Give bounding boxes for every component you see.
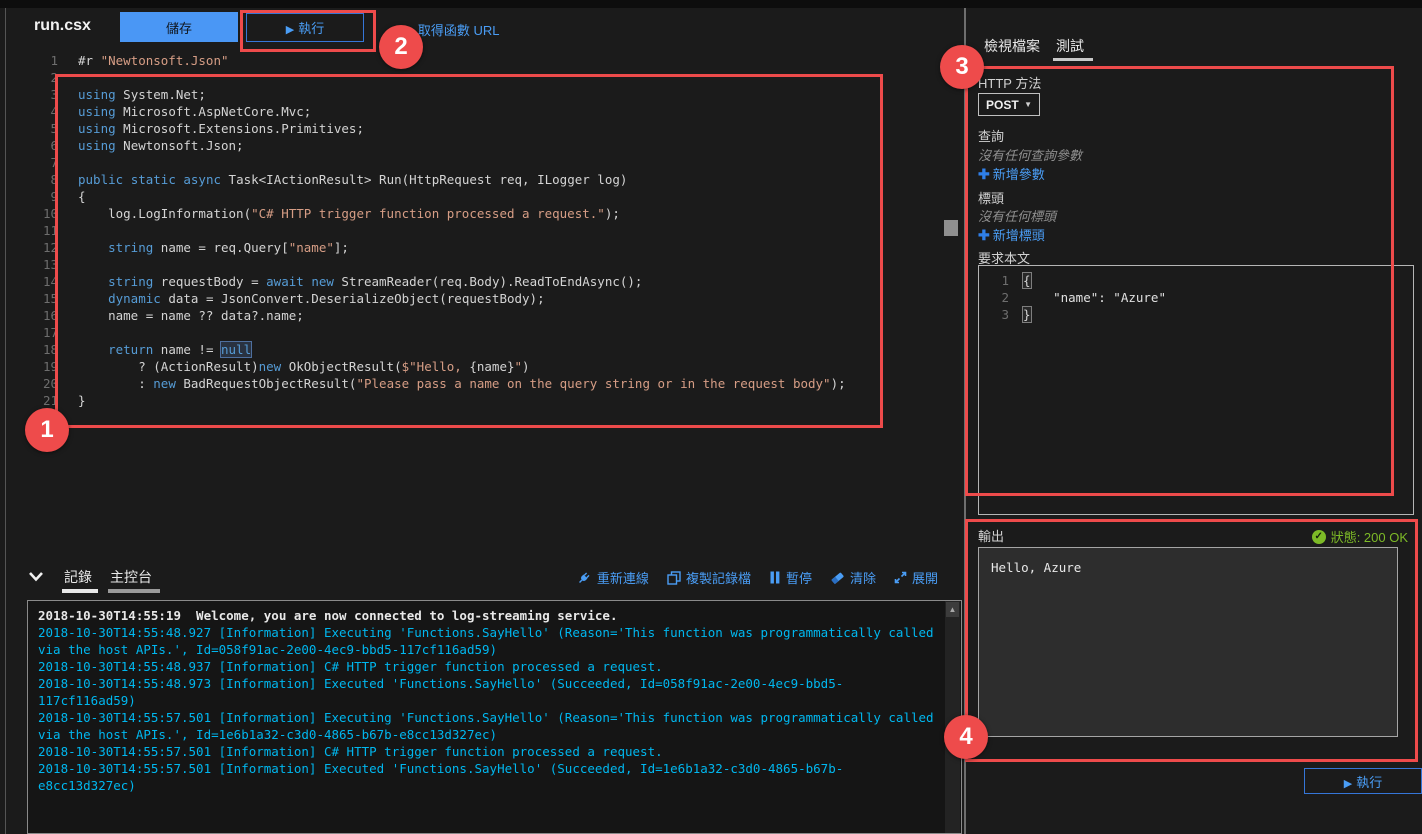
tab-logs-underline (62, 589, 98, 593)
play-icon: ▶ (285, 24, 295, 36)
file-title: run.csx (34, 17, 91, 34)
editor-scrollbar-thumb[interactable] (944, 220, 958, 236)
play-icon: ▶ (1343, 777, 1353, 790)
code-line: 17 (42, 325, 58, 340)
code-line: 10 log.LogInformation("C# HTTP trigger f… (42, 206, 620, 221)
headers-empty-text: 沒有任何標頭 (978, 209, 1057, 224)
code-editor[interactable]: 1 #r "Newtonsoft.Json" 2 3 using System.Net… (6, 52, 944, 552)
code-line: 2 "name": "Azure" (1001, 290, 1166, 305)
get-url-label: 取得函數 URL (417, 23, 500, 38)
annotation-circle-3: 3 (940, 45, 984, 89)
code-line: 2 (50, 70, 58, 85)
reconnect-button[interactable]: 重新連線 (577, 568, 649, 587)
code-line: 5 using Microsoft.Extensions.Primitives; (50, 121, 364, 136)
run-button-label: 執行 (298, 21, 325, 36)
code-line: 8 public static async Task<IActionResult>… (50, 172, 628, 187)
pause-label: 暫停 (785, 571, 812, 586)
panel-divider (964, 8, 966, 834)
output-label: 輸出 (978, 529, 1005, 544)
log-line: 2018-10-30T14:55:48.973 [Information] Ex… (38, 676, 844, 708)
copy-logs-button[interactable]: 複製記錄檔 (667, 568, 751, 587)
status-badge: ✓ 狀態: 200 OK (1311, 527, 1408, 546)
code-line: 14 string requestBody = await new Stream… (42, 274, 643, 289)
code-line: 19 ? (ActionResult)new OkObjectResult($"… (42, 359, 530, 374)
code-line: 18 return name != null (42, 341, 253, 358)
eraser-icon (830, 571, 845, 585)
pause-icon (769, 571, 781, 584)
chevron-down-icon (28, 571, 48, 582)
query-label: 查詢 (978, 129, 1005, 144)
clear-button[interactable]: 清除 (830, 568, 876, 587)
chevron-down-icon: ▼ (1024, 100, 1032, 109)
code-line: 7 (50, 155, 58, 170)
http-method-value: POST (986, 97, 1019, 112)
log-line: 2018-10-30T14:55:19 Welcome, you are now… (38, 608, 618, 623)
log-line: 2018-10-30T14:55:48.937 [Information] C#… (38, 659, 663, 674)
tab-test-underline (1053, 58, 1093, 61)
run-button[interactable]: ▶ 執行 (246, 13, 364, 42)
copy-logs-label: 複製記錄檔 (685, 571, 751, 586)
code-line: 21} (42, 393, 86, 408)
code-line: 6 using Newtonsoft.Json; (50, 138, 244, 153)
check-icon: ✓ (1311, 529, 1326, 544)
tab-console-underline (108, 589, 160, 593)
log-line: 2018-10-30T14:55:57.501 [Information] Ex… (38, 710, 942, 742)
http-method-select[interactable]: POST ▼ (978, 93, 1040, 116)
expand-button[interactable]: 展開 (894, 568, 938, 587)
log-console[interactable]: 2018-10-30T14:55:19 Welcome, you are now… (27, 600, 962, 834)
annotation-circle-2: 2 (379, 25, 423, 69)
headers-label: 標頭 (978, 191, 1005, 206)
azure-functions-editor: run.csx 儲存 ▶執行 </>取得函數 URL 1#r "Newtonso… (0, 0, 1422, 834)
request-body-editor[interactable]: 1{2 "name": "Azure" 3} (978, 265, 1414, 515)
tab-logs[interactable]: 記錄 (64, 567, 92, 587)
log-line: 2018-10-30T14:55:48.927 [Information] Ex… (38, 625, 942, 657)
plus-icon: ✚ (978, 166, 990, 182)
plug-icon (577, 570, 592, 585)
expand-label: 展開 (911, 571, 938, 586)
run-test-label: 執行 (1356, 774, 1383, 790)
code-line: 9{ (50, 189, 86, 204)
status-text: 狀態: 200 OK (1330, 530, 1408, 545)
add-parameter-label: 新增參數 (992, 167, 1045, 182)
add-header-button[interactable]: ✚ 新增標頭 (978, 225, 1045, 244)
code-line: 11 (42, 223, 58, 238)
pause-button[interactable]: 暫停 (769, 568, 812, 587)
add-parameter-button[interactable]: ✚ 新增參數 (978, 164, 1045, 183)
reconnect-label: 重新連線 (596, 571, 649, 586)
output-text: Hello, Azure (991, 560, 1082, 575)
copy-icon (667, 570, 681, 585)
query-empty-text: 沒有任何查詢參數 (978, 148, 1083, 163)
collapse-logs-button[interactable] (28, 567, 48, 585)
annotation-circle-1: 1 (25, 408, 69, 452)
clear-label: 清除 (849, 571, 876, 586)
tab-test[interactable]: 測試 (1056, 36, 1084, 56)
code-line: 3} (1001, 306, 1032, 323)
code-line: 1{ (1001, 272, 1032, 289)
code-line: 4 using Microsoft.AspNetCore.Mvc; (50, 104, 312, 119)
expand-icon (894, 571, 907, 584)
code-line: 3 using System.Net; (50, 87, 206, 102)
run-test-button[interactable]: ▶ 執行 (1304, 768, 1422, 794)
http-method-label: HTTP 方法 (978, 76, 1042, 91)
code-line: 12 string name = req.Query["name"]; (42, 240, 349, 255)
annotation-circle-4: 4 (944, 715, 988, 759)
code-line: 13 (42, 257, 58, 272)
log-toolbar: 重新連線 複製記錄檔 暫停 清除 展開 (577, 568, 938, 587)
tab-console[interactable]: 主控台 (110, 567, 152, 587)
plus-icon: ✚ (978, 227, 990, 243)
tab-view-files[interactable]: 檢視檔案 (984, 36, 1040, 56)
window-top-strip (0, 0, 1422, 8)
code-line: 1 #r "Newtonsoft.Json" (50, 53, 229, 68)
code-line: 20 : new BadRequestObjectResult("Please … (42, 376, 846, 391)
log-line: 2018-10-30T14:55:57.501 [Information] C#… (38, 744, 663, 759)
add-header-label: 新增標頭 (992, 228, 1045, 243)
code-line: 16 name = name ?? data?.name; (42, 308, 304, 323)
save-button[interactable]: 儲存 (120, 12, 238, 42)
log-line: 2018-10-30T14:55:57.501 [Information] Ex… (38, 761, 844, 793)
code-line: 15 dynamic data = JsonConvert.Deserializ… (42, 291, 545, 306)
console-scrollbar-up-button[interactable]: ▲ (946, 602, 959, 617)
output-box: Hello, Azure (978, 547, 1398, 737)
